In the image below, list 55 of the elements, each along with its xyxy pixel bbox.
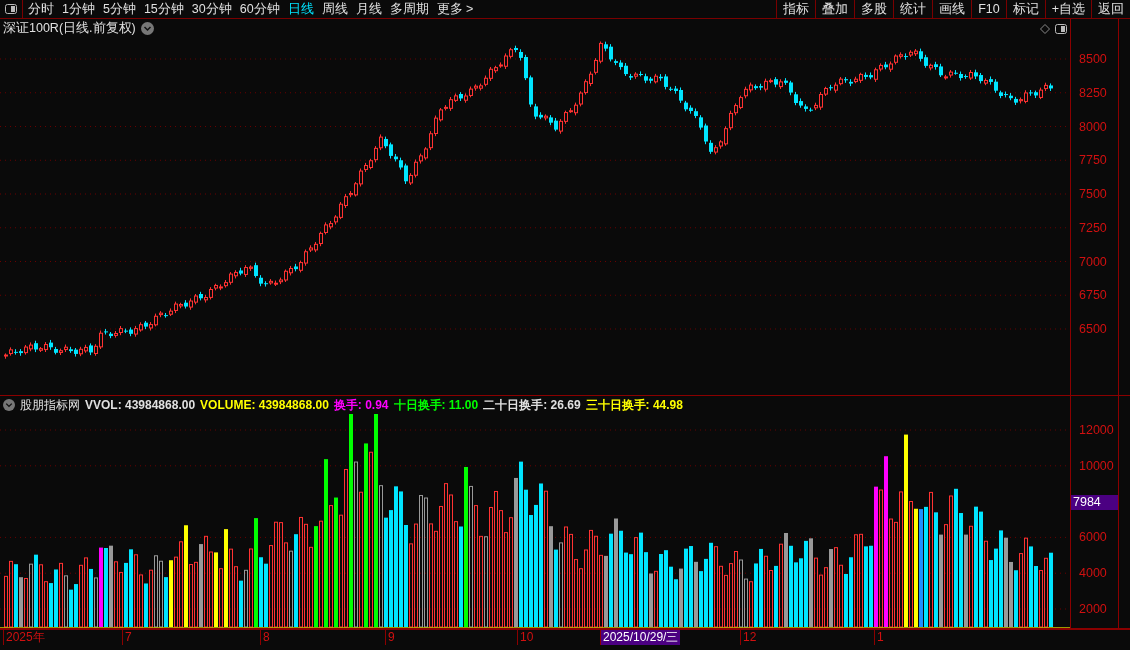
date-label: 10 <box>517 630 536 645</box>
date-label: 12 <box>740 630 759 645</box>
axis-label: 2000 <box>1079 603 1107 616</box>
period-tab[interactable]: 更多 > <box>436 0 474 19</box>
period-tab[interactable]: 多周期 <box>389 0 429 19</box>
toolbar-button[interactable]: +自选 <box>1044 0 1091 19</box>
axis-label: 7000 <box>1079 255 1107 268</box>
axis-label: 6000 <box>1079 531 1107 544</box>
axis-label: 7750 <box>1079 154 1107 167</box>
axis-label: 7250 <box>1079 221 1107 235</box>
toolbar-button[interactable]: 返回 <box>1091 0 1130 19</box>
date-label: 8 <box>260 630 272 645</box>
axis-label: 8250 <box>1079 86 1107 100</box>
period-tab[interactable]: 月线 <box>355 0 382 19</box>
dropdown-icon[interactable] <box>3 399 15 411</box>
toolbar-button[interactable]: 多股 <box>854 0 894 19</box>
toolbar-button[interactable]: 统计 <box>893 0 933 19</box>
indicator-name: 股朋指标网 <box>20 397 80 414</box>
date-label: 2025/10/29/三 <box>600 630 681 645</box>
toolbar-button[interactable]: F10 <box>971 0 1006 19</box>
dropdown-icon[interactable] <box>140 22 154 35</box>
period-tab[interactable]: 5分钟 <box>102 0 136 19</box>
indicator-reading: VOLUME: 43984868.00 <box>200 397 329 414</box>
cursor-value-label: 7984 <box>1071 494 1118 510</box>
chart-title: 深证100R(日线.前复权) <box>3 20 136 38</box>
axis-label: 7500 <box>1079 188 1107 201</box>
axis-label: 10000 <box>1079 459 1114 473</box>
indicator-reading: VVOL: 43984868.00 <box>85 397 196 414</box>
indicator-reading: 换手: 0.94 <box>333 397 389 414</box>
period-tab[interactable]: 分时 <box>28 0 54 19</box>
axis-label: 8000 <box>1079 120 1107 133</box>
indicator-reading: 三十日换手: 44.98 <box>585 397 683 414</box>
panel-icon[interactable] <box>1055 23 1067 34</box>
indicator-reading: 二十日换手: 26.69 <box>483 397 581 414</box>
date-label: 9 <box>385 630 397 645</box>
toolbar-button[interactable]: 标记 <box>1005 0 1045 19</box>
toolbar-button[interactable]: 指标 <box>776 0 816 19</box>
period-tab[interactable]: 周线 <box>321 0 348 19</box>
date-label: 7 <box>122 630 134 645</box>
axis-label: 12000 <box>1079 424 1114 437</box>
date-label: 1 <box>874 630 886 645</box>
toolbar-button[interactable]: 叠加 <box>815 0 855 19</box>
axis-label: 6500 <box>1079 323 1107 336</box>
date-label: 2025年 <box>3 630 47 645</box>
panel-icon <box>5 4 17 14</box>
indicator-reading: 十日换手: 11.00 <box>393 397 479 414</box>
period-tab[interactable]: 60分钟 <box>239 0 280 19</box>
axis-label: 8500 <box>1079 53 1107 66</box>
period-tab[interactable]: 30分钟 <box>191 0 232 19</box>
period-tab[interactable]: 15分钟 <box>143 0 184 19</box>
period-tab[interactable]: 1分钟 <box>62 0 95 19</box>
axis-label: 4000 <box>1079 567 1107 580</box>
toolbar-button[interactable]: 画线 <box>932 0 972 19</box>
axis-label: 6750 <box>1079 289 1107 302</box>
period-tab[interactable]: 日线 <box>287 0 314 19</box>
